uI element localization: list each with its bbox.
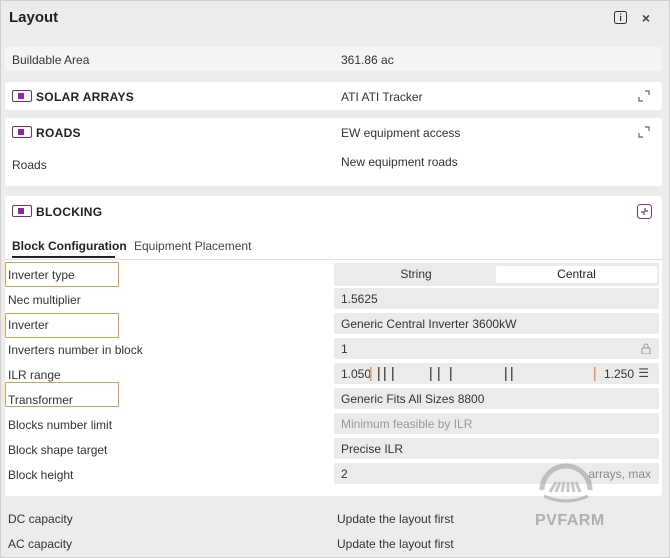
blocks-number-limit-input[interactable]: Minimum feasible by ILR [334, 413, 659, 434]
ac-capacity-label: AC capacity [8, 537, 73, 551]
buildable-area-label: Buildable Area [12, 53, 90, 67]
transformer-value: Generic Fits All Sizes 8800 [341, 392, 485, 406]
panel-header: Layout × [1, 1, 669, 37]
settings-sliders-icon[interactable]: ☰ [638, 366, 649, 380]
collapse-icon[interactable] [637, 204, 652, 219]
roads-toggle[interactable] [12, 126, 32, 138]
expand-icon[interactable] [638, 90, 650, 102]
panel-title: Layout [9, 9, 59, 26]
buildable-area-value: 361.86 ac [341, 53, 394, 67]
ilr-range-label: ILR range [8, 368, 61, 382]
blocks-number-limit-placeholder: Minimum feasible by ILR [341, 417, 473, 431]
tabs-divider [5, 259, 662, 260]
highlight-box [5, 382, 119, 407]
tab-equipment-placement[interactable]: Equipment Placement [134, 239, 251, 253]
ilr-min-value: 1.050 [341, 367, 372, 381]
tab-block-configuration[interactable]: Block Configuration [12, 239, 127, 253]
block-shape-target-label: Block shape target [8, 443, 108, 457]
ilr-histogram [370, 367, 596, 381]
solar-arrays-toggle[interactable] [12, 90, 32, 102]
active-tab-underline [12, 256, 115, 258]
blocking-toggle[interactable] [12, 205, 32, 217]
block-shape-target-select[interactable]: Precise ILR [334, 438, 659, 459]
blocking-title: BLOCKING [36, 205, 103, 219]
solar-arrays-section: SOLAR ARRAYS ATI ATI Tracker [5, 82, 662, 110]
inverters-number-input[interactable]: 1 [334, 338, 659, 359]
segment-string[interactable]: String [337, 266, 495, 283]
layout-panel: Layout × Buildable Area 361.86 ac SOLAR … [0, 0, 670, 558]
buildable-area-row: Buildable Area 361.86 ac [5, 47, 662, 71]
dc-capacity-value: Update the layout first [337, 512, 454, 526]
nec-multiplier-label: Nec multiplier [8, 293, 81, 307]
inverters-number-label: Inverters number in block [8, 343, 143, 357]
block-height-suffix: arrays, max [588, 467, 651, 481]
pvfarm-watermark: PVFARM [535, 512, 605, 529]
block-height-value: 2 [341, 467, 348, 481]
dc-capacity-label: DC capacity [8, 512, 73, 526]
highlight-box [5, 262, 119, 287]
solar-arrays-value: ATI ATI Tracker [341, 90, 423, 104]
inverter-value: Generic Central Inverter 3600kW [341, 317, 517, 331]
roads-sub-label: Roads [12, 158, 47, 172]
pvfarm-logo-icon [539, 463, 593, 503]
transformer-select[interactable]: Generic Fits All Sizes 8800 [334, 388, 659, 409]
solar-arrays-title: SOLAR ARRAYS [36, 90, 135, 104]
block-height-label: Block height [8, 468, 74, 482]
ilr-range-slider[interactable]: 1.050 1.250 ☰ [334, 363, 659, 384]
roads-value: EW equipment access [341, 126, 461, 140]
close-icon[interactable]: × [639, 11, 653, 25]
highlight-box [5, 313, 119, 338]
blocks-number-limit-label: Blocks number limit [8, 418, 113, 432]
inverter-select[interactable]: Generic Central Inverter 3600kW [334, 313, 659, 334]
segment-central[interactable]: Central [496, 266, 657, 283]
inverters-number-value: 1 [341, 342, 348, 356]
ilr-max-value: 1.250 [604, 367, 635, 381]
ac-capacity-value: Update the layout first [337, 537, 454, 551]
block-height-input[interactable]: 2 arrays, max [334, 463, 659, 484]
expand-icon[interactable] [638, 126, 650, 138]
inverter-type-segmented: String Central [334, 263, 659, 286]
block-shape-target-value: Precise ILR [341, 442, 404, 456]
nec-multiplier-input[interactable]: 1.5625 [334, 288, 659, 309]
roads-sub-value: New equipment roads [341, 155, 458, 169]
roads-section: ROADS EW equipment access Roads New equi… [5, 118, 662, 186]
roads-title: ROADS [36, 126, 81, 140]
info-icon[interactable] [613, 11, 627, 25]
lock-icon[interactable] [641, 343, 651, 354]
nec-multiplier-value: 1.5625 [341, 292, 378, 306]
